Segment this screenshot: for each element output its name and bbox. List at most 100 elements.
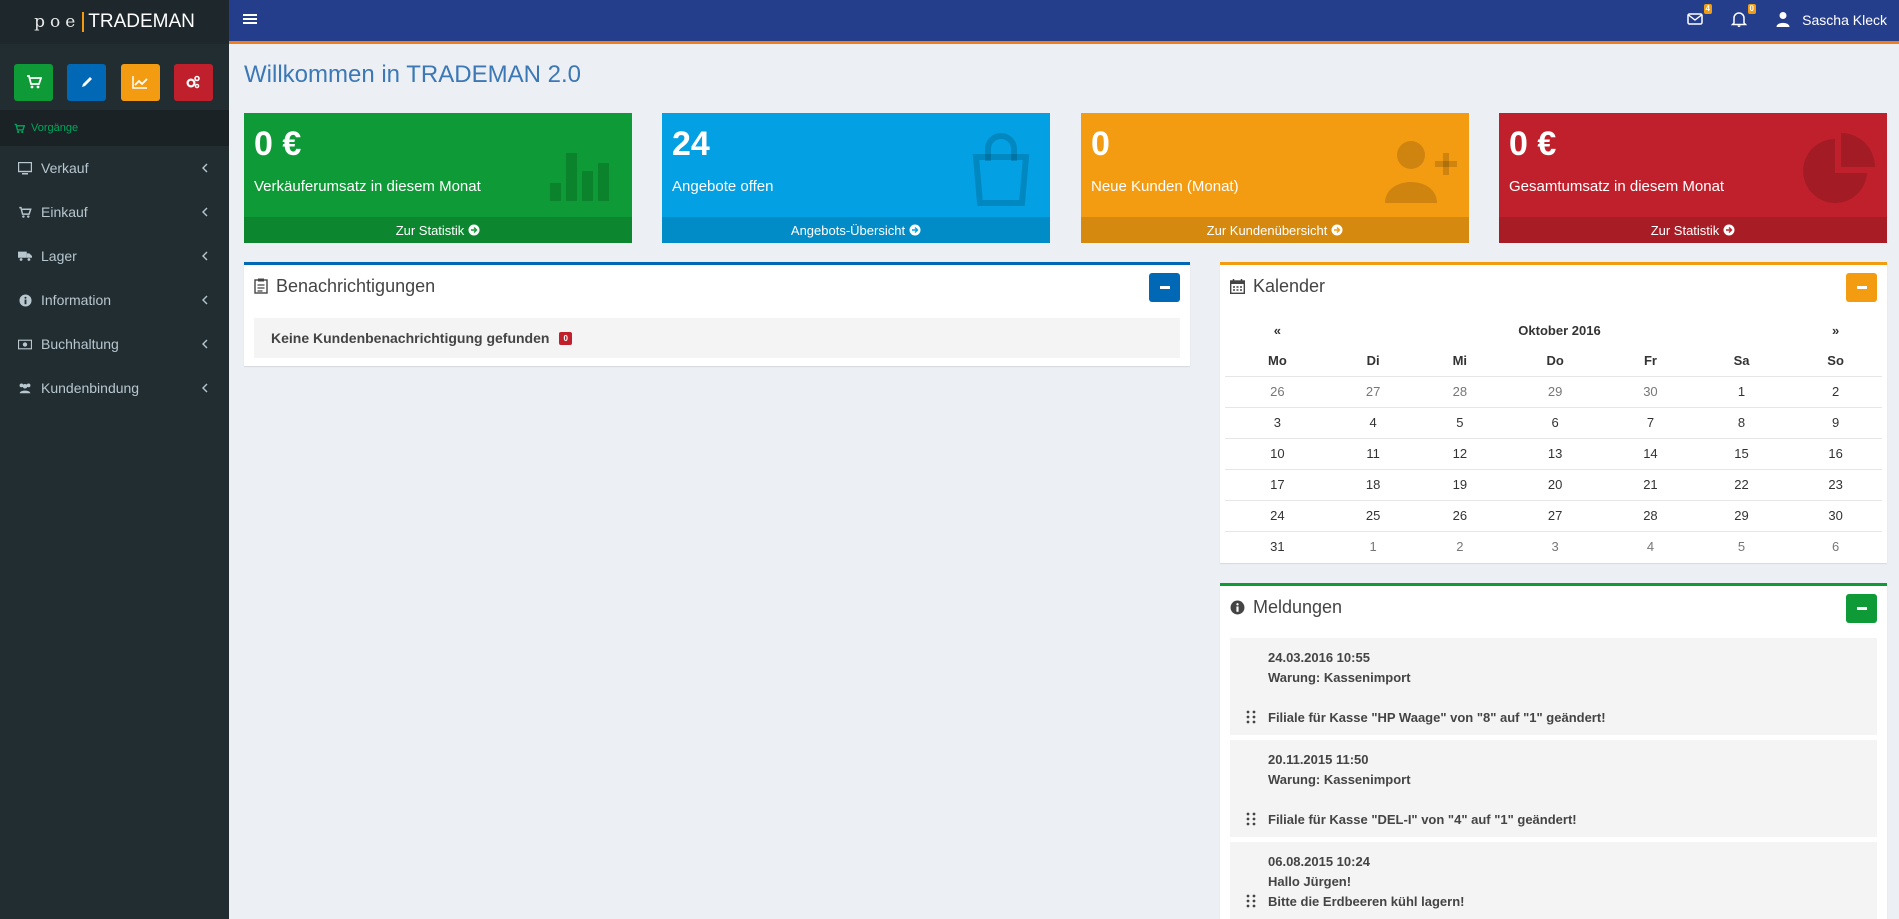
notification-empty-row: Keine Kundenbenachrichtigung gefunden 0 xyxy=(254,318,1180,358)
quick-statistics-button[interactable] xyxy=(120,63,160,101)
calendar-day[interactable]: 21 xyxy=(1607,468,1694,500)
sidebar-item-information[interactable]: Information xyxy=(0,278,229,322)
chevron-left-icon xyxy=(202,383,208,393)
message-body: Bitte die Erdbeeren kühl lagern! xyxy=(1268,894,1465,909)
minus-icon xyxy=(1856,607,1867,610)
calendar-month[interactable]: Oktober 2016 xyxy=(1330,315,1789,345)
calendar-day[interactable]: 14 xyxy=(1607,437,1694,469)
top-navbar: 4 0 Sascha Kleck xyxy=(229,0,1899,44)
calendar-day[interactable]: 12 xyxy=(1416,437,1504,469)
calendar-day[interactable]: 3 xyxy=(1225,406,1330,438)
drag-handle-icon[interactable] xyxy=(1246,894,1256,908)
bell-icon xyxy=(1730,12,1748,27)
calendar-day[interactable]: 25 xyxy=(1329,499,1417,531)
calendar-day[interactable]: 27 xyxy=(1329,375,1417,407)
notification-count-badge: 0 xyxy=(559,331,572,345)
calendar-day[interactable]: 2 xyxy=(1789,375,1882,407)
calendar-day[interactable]: 10 xyxy=(1225,437,1330,469)
sidebar-item-einkauf[interactable]: Einkauf xyxy=(0,190,229,234)
calendar-next-button[interactable]: » xyxy=(1789,315,1882,345)
sidebar-item-buchhaltung[interactable]: Buchhaltung xyxy=(0,322,229,366)
sidebar-item-kundenbindung[interactable]: Kundenbindung xyxy=(0,366,229,410)
message-item[interactable]: 06.08.2015 10:24 Hallo Jürgen! Bitte die… xyxy=(1230,842,1877,919)
quick-cart-button[interactable] xyxy=(14,63,53,101)
sidebar-vorgaenge[interactable]: Vorgänge xyxy=(0,110,229,146)
calendar-day[interactable]: 28 xyxy=(1607,499,1694,531)
calendar-day[interactable]: 7 xyxy=(1607,406,1694,438)
calendar-day[interactable]: 16 xyxy=(1789,437,1882,469)
calendar-day[interactable]: 27 xyxy=(1503,499,1608,531)
tile-value: 0 xyxy=(1091,125,1110,163)
weekday-header: Sa xyxy=(1733,352,1750,368)
calendar-day[interactable]: 29 xyxy=(1693,499,1790,531)
sidebar-item-label: Lager xyxy=(41,248,77,264)
calendar-day[interactable]: 26 xyxy=(1416,499,1504,531)
minus-icon xyxy=(1159,286,1170,289)
sidebar-item-verkauf[interactable]: Verkauf xyxy=(0,146,229,190)
calendar-day[interactable]: 9 xyxy=(1789,406,1882,438)
calendar-day[interactable]: 26 xyxy=(1225,375,1330,407)
calendar-day[interactable]: 8 xyxy=(1693,406,1790,438)
calendar-day[interactable]: 17 xyxy=(1225,468,1330,500)
calendar-day[interactable]: 6 xyxy=(1789,530,1882,562)
calendar-day[interactable]: 31 xyxy=(1225,530,1330,562)
weekday-header: Mo xyxy=(1267,352,1287,368)
calendar-day[interactable]: 11 xyxy=(1329,437,1417,469)
quick-settings-button[interactable] xyxy=(173,63,213,101)
collapse-button[interactable] xyxy=(1846,594,1877,623)
calendar-day[interactable]: 1 xyxy=(1329,530,1417,562)
calendar-day[interactable]: 22 xyxy=(1693,468,1790,500)
calendar-day[interactable]: 23 xyxy=(1789,468,1882,500)
calendar-day[interactable]: 13 xyxy=(1503,437,1608,469)
tile-link-gesamtstatistik[interactable]: Zur Statistik xyxy=(1499,217,1887,243)
message-item[interactable]: 24.03.2016 10:55 Warung: Kassenimport Fi… xyxy=(1230,638,1877,735)
tile-gesamtumsatz: 0 € Gesamtumsatz in diesem Monat Zur Sta… xyxy=(1499,113,1887,243)
calendar-day[interactable]: 28 xyxy=(1416,375,1504,407)
calendar-day[interactable]: 5 xyxy=(1693,530,1790,562)
calendar-day[interactable]: 2 xyxy=(1416,530,1504,562)
logo-poe: poe xyxy=(34,12,81,32)
collapse-button[interactable] xyxy=(1149,273,1180,302)
hamburger-menu-icon[interactable] xyxy=(243,12,257,26)
calendar-day[interactable]: 15 xyxy=(1693,437,1790,469)
calendar-day[interactable]: 4 xyxy=(1607,530,1694,562)
calendar-day[interactable]: 24 xyxy=(1225,499,1330,531)
calendar-day[interactable]: 3 xyxy=(1503,530,1608,562)
calendar-day[interactable]: 5 xyxy=(1416,406,1504,438)
logo[interactable]: poe TRADEMAN xyxy=(0,0,229,44)
tile-label: Neue Kunden (Monat) xyxy=(1091,178,1239,195)
calendar-day[interactable]: 1 xyxy=(1693,375,1790,407)
tile-link-angebote[interactable]: Angebots-Übersicht xyxy=(662,217,1050,243)
calendar-day[interactable]: 30 xyxy=(1789,499,1882,531)
arrow-circle-right-icon xyxy=(909,224,921,236)
tile-verkaeuferumsatz: 0 € Verkäuferumsatz in diesem Monat Zur … xyxy=(244,113,632,243)
shopping-bag-icon xyxy=(972,133,1030,206)
calendar-day[interactable]: 19 xyxy=(1416,468,1504,500)
drag-handle-icon[interactable] xyxy=(1246,812,1256,826)
calendar-day[interactable]: 4 xyxy=(1329,406,1417,438)
user-icon xyxy=(1776,12,1790,27)
cart-icon xyxy=(26,75,42,89)
notifications-count-badge: 0 xyxy=(1747,4,1756,14)
truck-icon xyxy=(18,249,32,263)
notifications-button[interactable]: 0 xyxy=(1730,4,1756,29)
quick-edit-button[interactable] xyxy=(67,63,107,101)
user-avatar[interactable] xyxy=(1775,11,1793,29)
messages-button[interactable]: 4 xyxy=(1687,4,1712,29)
drag-handle-icon[interactable] xyxy=(1246,710,1256,724)
calendar-day[interactable]: 18 xyxy=(1329,468,1417,500)
calendar-day[interactable]: 20 xyxy=(1503,468,1608,500)
calendar-day[interactable]: 29 xyxy=(1503,375,1608,407)
calendar-day[interactable]: 30 xyxy=(1607,375,1694,407)
user-name[interactable]: Sascha Kleck xyxy=(1802,12,1887,28)
arrow-circle-right-icon xyxy=(468,224,480,236)
collapse-button[interactable] xyxy=(1846,273,1877,302)
message-subject: Hallo Jürgen! xyxy=(1268,874,1352,889)
calendar-day[interactable]: 6 xyxy=(1503,406,1608,438)
message-item[interactable]: 20.11.2015 11:50 Warung: Kassenimport Fi… xyxy=(1230,740,1877,837)
tile-link-statistik[interactable]: Zur Statistik xyxy=(244,217,632,243)
message-subject: Warung: Kassenimport xyxy=(1268,772,1411,787)
calendar-prev-button[interactable]: « xyxy=(1225,315,1330,345)
sidebar-item-lager[interactable]: Lager xyxy=(0,234,229,278)
tile-link-kunden[interactable]: Zur Kundenübersicht xyxy=(1081,217,1469,243)
